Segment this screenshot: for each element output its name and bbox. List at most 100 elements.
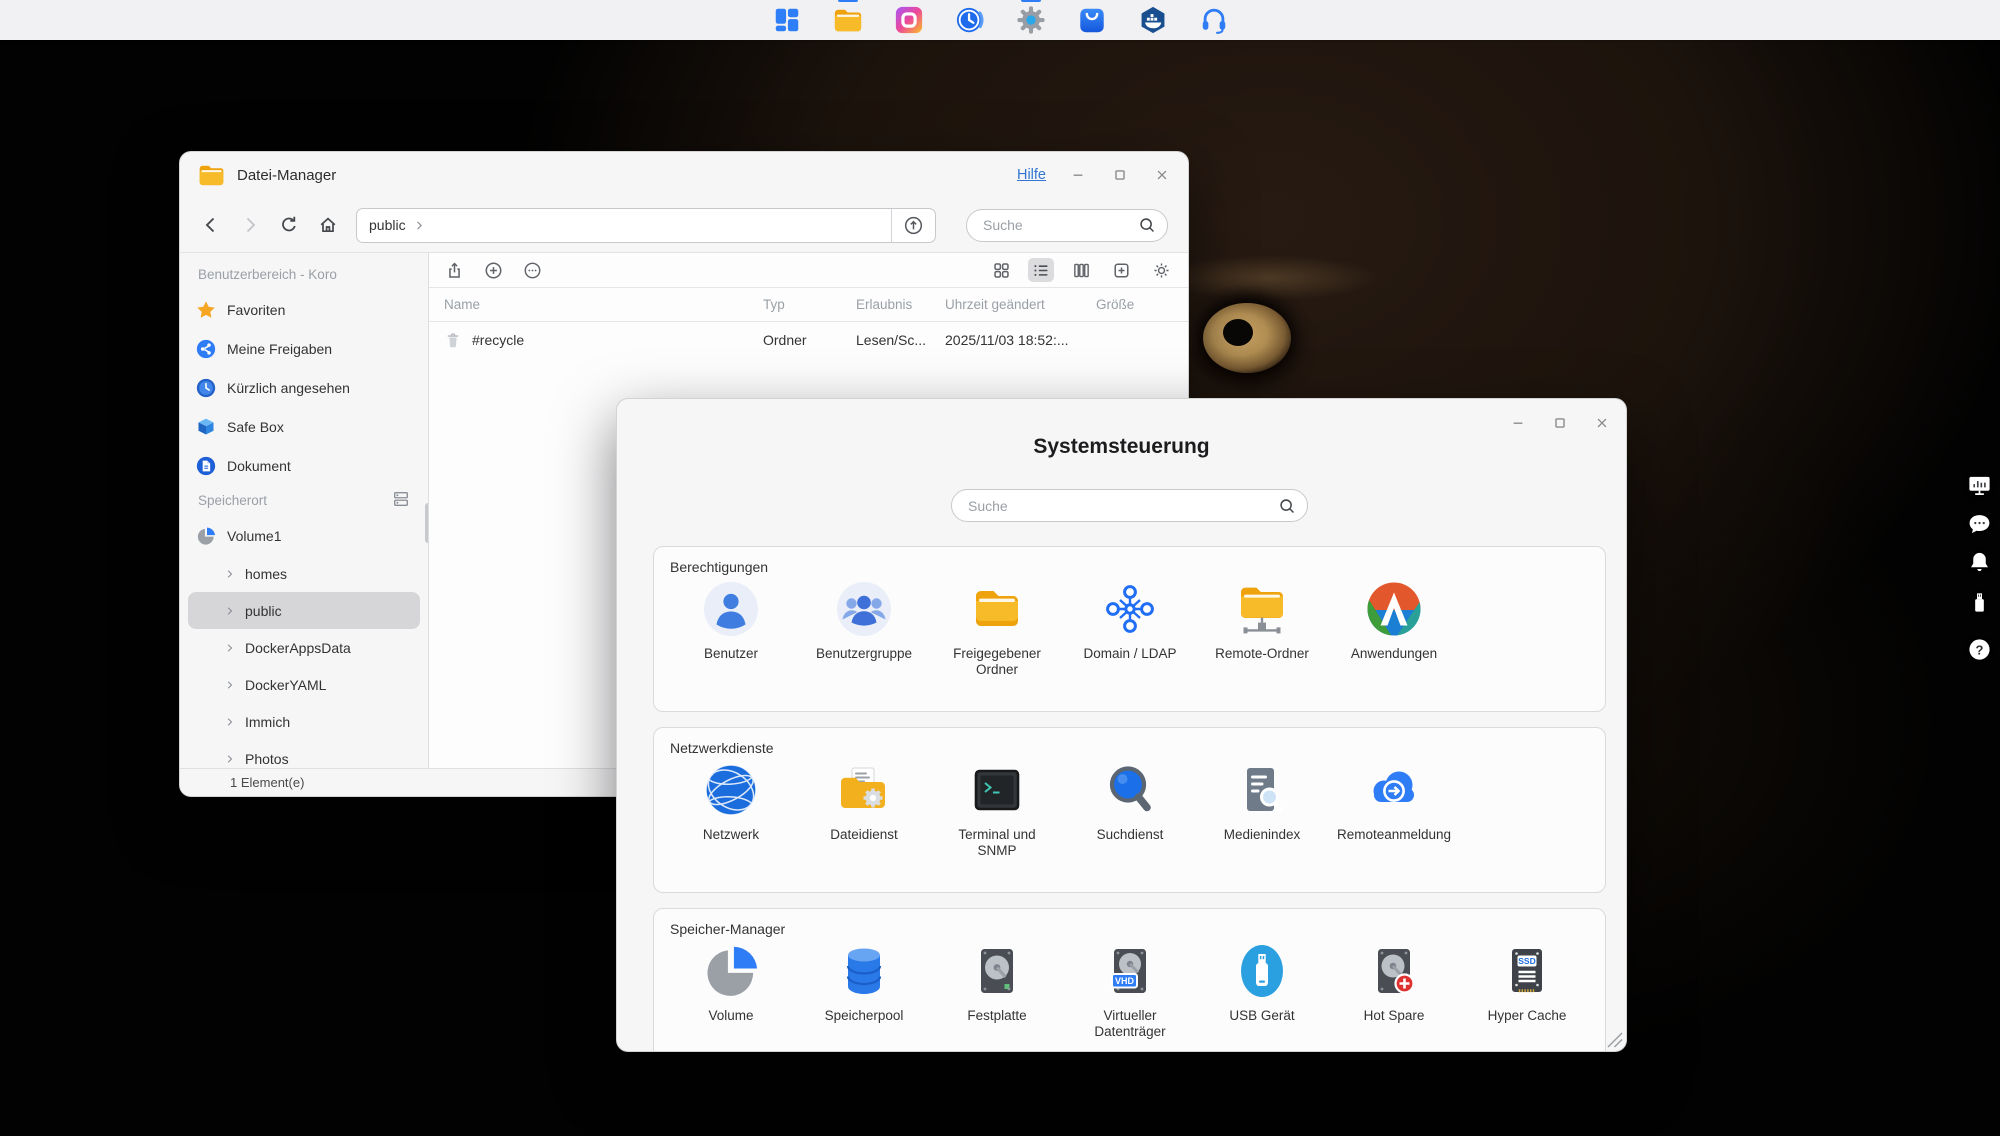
stack-icon[interactable] <box>392 490 410 511</box>
hdd-icon <box>968 942 1026 1000</box>
chevron-right-icon[interactable] <box>224 679 236 691</box>
taskbar-backup[interactable] <box>954 5 985 36</box>
cp-item-virtueller-datentr-ger[interactable]: VHDVirtueller Datenträger <box>1072 942 1188 1040</box>
tree-item-label: Immich <box>245 714 290 730</box>
side-widget-system-monitor[interactable] <box>1964 471 1994 499</box>
chevron-right-icon[interactable] <box>224 568 236 580</box>
tree-item-public[interactable]: public <box>188 592 420 629</box>
fm-column-headers: NameTypErlaubnisUhrzeit geändertGröße <box>429 288 1188 322</box>
cp-item-benutzergruppe[interactable]: Benutzergruppe <box>806 580 922 662</box>
sidebar-item-meine-freigaben[interactable]: Meine Freigaben <box>180 329 428 368</box>
cp-search-input[interactable] <box>966 497 1278 515</box>
cp-item-remoteanmeldung[interactable]: Remoteanmeldung <box>1336 761 1452 843</box>
column-view-button[interactable] <box>1068 258 1094 282</box>
taskbar-app-launcher[interactable] <box>771 5 802 36</box>
cp-item-benutzer[interactable]: Benutzer <box>673 580 789 662</box>
chevron-right-icon[interactable] <box>224 642 236 654</box>
column-header-gr-e[interactable]: Größe <box>1096 297 1188 312</box>
side-widget-usb-devices[interactable] <box>1964 588 1994 616</box>
file-name: #recycle <box>472 332 524 348</box>
cp-item-dateidienst[interactable]: Dateidienst <box>806 761 922 843</box>
refresh-button[interactable] <box>278 214 300 236</box>
add-circle-button[interactable] <box>482 259 504 281</box>
cube-icon <box>196 417 216 437</box>
taskbar-app-store[interactable] <box>1076 5 1107 36</box>
cp-search-box[interactable] <box>951 489 1308 522</box>
home-button[interactable] <box>317 214 339 236</box>
cp-item-volume[interactable]: Volume <box>673 942 789 1024</box>
sidebar-item-k-rzlich-angesehen[interactable]: Kürzlich angesehen <box>180 368 428 407</box>
more-circle-button[interactable] <box>521 259 543 281</box>
close-button[interactable] <box>1594 415 1610 431</box>
help-link[interactable]: Hilfe <box>1017 167 1046 183</box>
tree-item-label: DockerAppsData <box>245 640 351 656</box>
maximize-button[interactable] <box>1112 167 1128 183</box>
side-widget-messages[interactable] <box>1964 510 1994 538</box>
chevron-right-icon[interactable] <box>224 716 236 728</box>
cp-item-suchdienst[interactable]: Suchdienst <box>1072 761 1188 843</box>
fm-search-input[interactable] <box>981 216 1138 234</box>
tree-item-homes[interactable]: homes <box>188 555 420 592</box>
add-square-button[interactable] <box>1108 258 1134 282</box>
share-upload-button[interactable] <box>443 259 465 281</box>
close-button[interactable] <box>1154 167 1170 183</box>
cp-section-label: Netzwerkdienste <box>670 740 774 756</box>
file-row[interactable]: #recycleOrdnerLesen/Sc...2025/11/03 18:5… <box>429 322 1188 357</box>
photos-icon <box>894 5 924 35</box>
taskbar-photos[interactable] <box>893 5 924 36</box>
fm-search-box[interactable] <box>966 209 1168 242</box>
column-header-name[interactable]: Name <box>444 297 763 312</box>
cp-item-festplatte[interactable]: Festplatte <box>939 942 1055 1024</box>
back-chevron-button[interactable] <box>200 214 222 236</box>
breadcrumb-segment[interactable]: public <box>357 217 406 233</box>
column-header-erlaubnis[interactable]: Erlaubnis <box>856 297 945 312</box>
cp-item-freigegebener-ordner[interactable]: Freigegebener Ordner <box>939 580 1055 678</box>
tree-item-dockeryaml[interactable]: DockerYAML <box>188 666 420 703</box>
taskbar-support[interactable] <box>1198 5 1229 36</box>
minimize-button[interactable] <box>1510 415 1526 431</box>
sidebar-item-label: Safe Box <box>227 419 284 435</box>
sidebar-item-volume1[interactable]: Volume1 <box>180 516 428 555</box>
fm-sidebar: Benutzerbereich - Koro FavoritenMeine Fr… <box>180 253 429 769</box>
cp-item-remote-ordner[interactable]: Remote-Ordner <box>1204 580 1320 662</box>
sidebar-item-safe-box[interactable]: Safe Box <box>180 407 428 446</box>
tree-item-immich[interactable]: Immich <box>188 703 420 740</box>
taskbar-control-panel[interactable] <box>1015 5 1046 36</box>
cp-item-domain-ldap[interactable]: Domain / LDAP <box>1072 580 1188 662</box>
taskbar-docker[interactable] <box>1137 5 1168 36</box>
sidebar-resize-handle[interactable] <box>425 503 429 543</box>
view-settings-gear-button[interactable] <box>1148 258 1174 282</box>
maximize-button[interactable] <box>1552 415 1568 431</box>
breadcrumb[interactable]: public <box>356 208 936 243</box>
sidebar-item-favoriten[interactable]: Favoriten <box>180 290 428 329</box>
cp-item-hyper-cache[interactable]: SSDHyper Cache <box>1469 942 1585 1024</box>
side-widget-help[interactable]: ? <box>1964 635 1994 663</box>
side-widget-notifications[interactable] <box>1964 548 1994 576</box>
chevron-right-icon[interactable] <box>224 605 236 617</box>
tree-item-photos[interactable]: Photos <box>188 740 420 769</box>
cp-item-label: Benutzer <box>704 646 758 662</box>
upload-button[interactable] <box>891 209 935 242</box>
svg-text:?: ? <box>1975 642 1983 657</box>
cp-item-medienindex[interactable]: Medienindex <box>1204 761 1320 843</box>
file-manager-titlebar[interactable]: Datei-Manager Hilfe <box>180 152 1188 198</box>
chat-bubble-icon <box>1967 512 1992 537</box>
chevron-right-icon[interactable] <box>224 753 236 765</box>
cp-item-hot-spare[interactable]: Hot Spare <box>1336 942 1452 1024</box>
column-header-uhrzeit-ge-ndert[interactable]: Uhrzeit geändert <box>945 297 1096 312</box>
sidebar-item-dokument[interactable]: Dokument <box>180 446 428 485</box>
minimize-button[interactable] <box>1070 167 1086 183</box>
cp-item-anwendungen[interactable]: Anwendungen <box>1336 580 1452 662</box>
taskbar-file-manager[interactable] <box>832 5 863 36</box>
cp-item-usb-ger-t[interactable]: USB Gerät <box>1204 942 1320 1024</box>
cp-item-speicherpool[interactable]: Speicherpool <box>806 942 922 1024</box>
cp-item-terminal-und-snmp[interactable]: Terminal und SNMP <box>939 761 1055 859</box>
cp-resize-handle[interactable] <box>1603 1028 1623 1048</box>
column-header-typ[interactable]: Typ <box>763 297 856 312</box>
backup-clock-icon <box>955 5 985 35</box>
tree-item-label: homes <box>245 566 287 582</box>
tree-item-dockerappsdata[interactable]: DockerAppsData <box>188 629 420 666</box>
grid-view-button[interactable] <box>988 258 1014 282</box>
list-view-button[interactable] <box>1028 258 1054 282</box>
cp-item-netzwerk[interactable]: Netzwerk <box>673 761 789 843</box>
